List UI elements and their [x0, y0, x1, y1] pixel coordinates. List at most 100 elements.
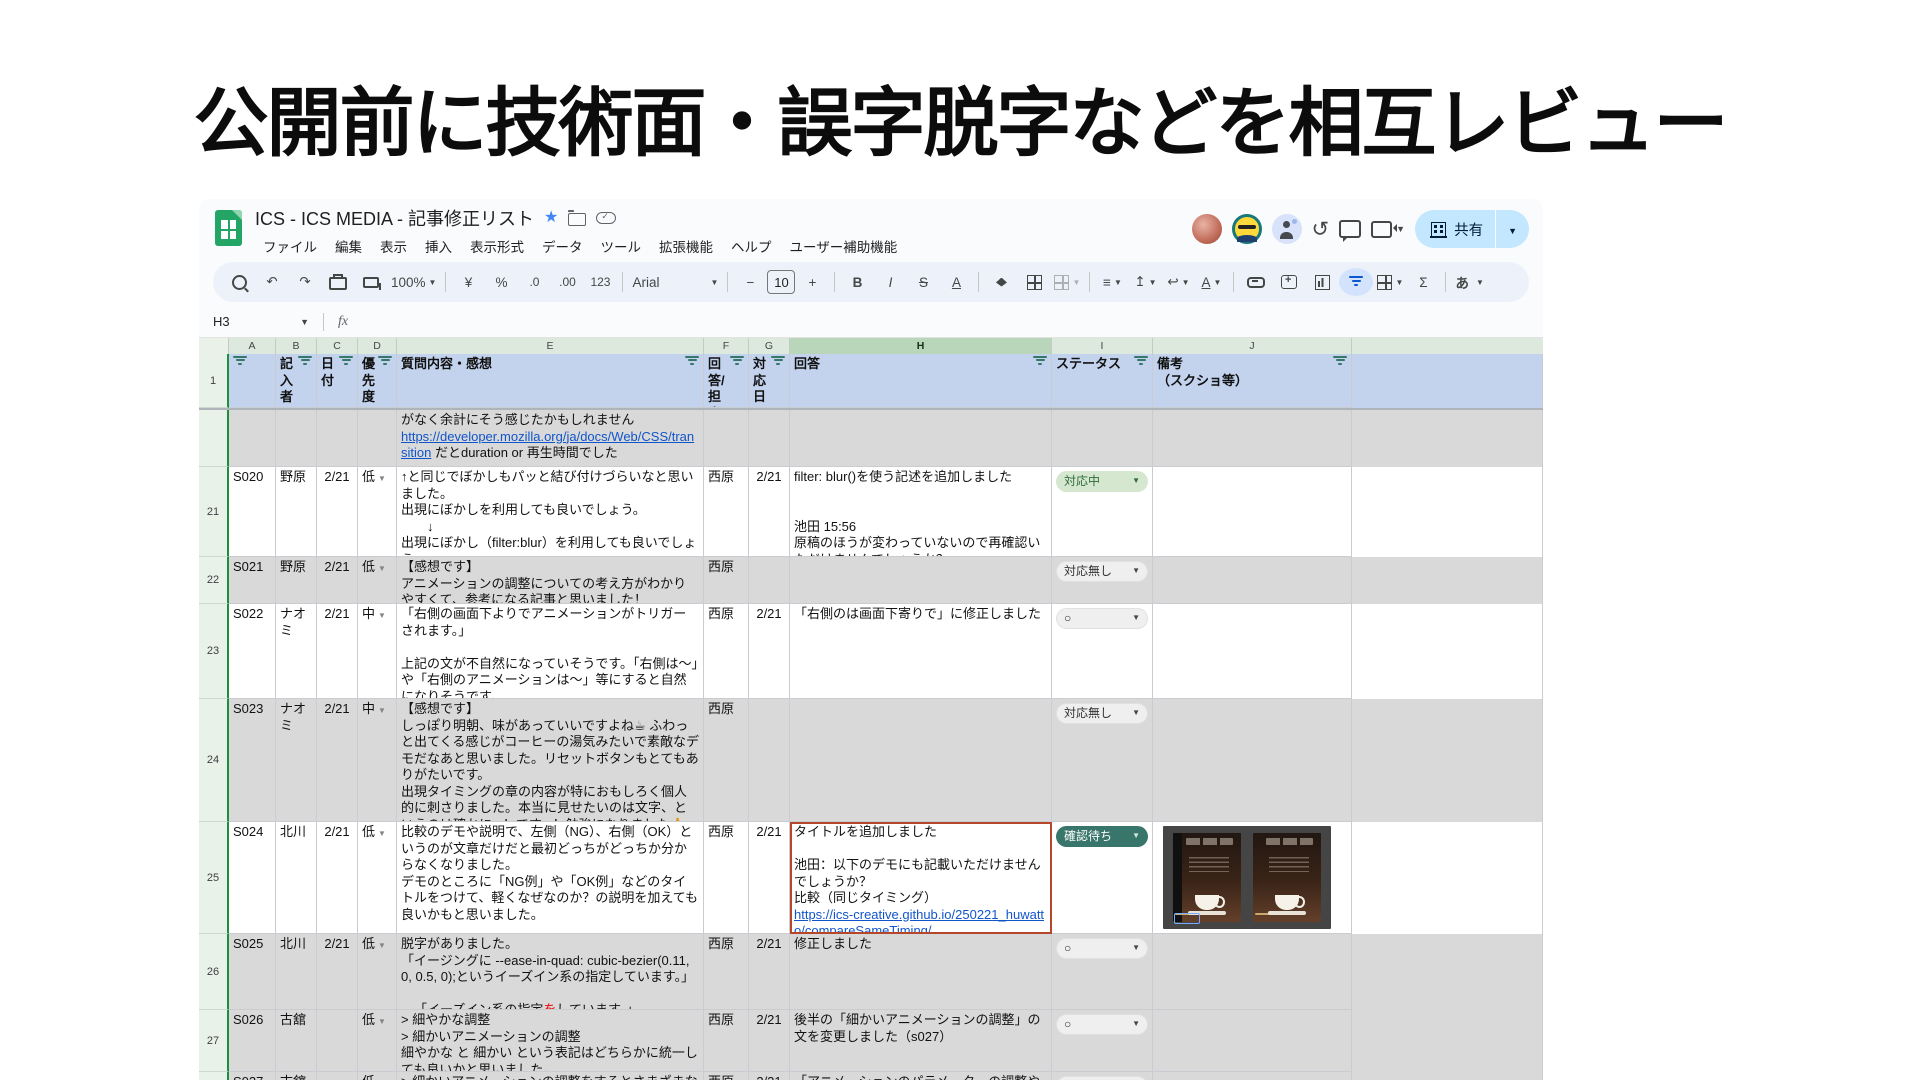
increase-decimal-icon[interactable]: .00: [551, 268, 583, 296]
column-header-cell[interactable]: 回答/担当: [704, 354, 749, 408]
column-letter[interactable]: A: [229, 338, 276, 354]
status-chip[interactable]: ○▼: [1056, 1076, 1148, 1080]
cell-status[interactable]: ○▼: [1052, 1072, 1153, 1080]
print-icon[interactable]: [322, 268, 354, 296]
row-number[interactable]: [199, 410, 229, 467]
row-number[interactable]: 26: [199, 934, 229, 1010]
cell-question[interactable]: > 細かいアニメーションの調整をするとさまざまな表現ができます。ここではいくつか…: [397, 1072, 704, 1080]
undo-icon[interactable]: ↶: [256, 268, 288, 296]
cell-status[interactable]: 対応無し▼: [1052, 699, 1153, 822]
meet-camera-button[interactable]: ▼: [1371, 221, 1405, 238]
cell-answer[interactable]: 「右側のは画面下寄りで」に修正しました: [790, 604, 1052, 699]
cell-done-date[interactable]: 2/21: [749, 1072, 790, 1080]
cell-priority[interactable]: [358, 410, 397, 467]
person-presence-icon[interactable]: [1272, 214, 1302, 244]
cell-id[interactable]: S020: [229, 467, 276, 557]
cell-answer[interactable]: [790, 699, 1052, 822]
column-letter[interactable]: J: [1153, 338, 1352, 354]
filter-icon[interactable]: [378, 356, 392, 366]
filter-icon[interactable]: [730, 356, 744, 366]
borders-icon[interactable]: [1018, 268, 1050, 296]
row-number[interactable]: 25: [199, 822, 229, 934]
cell-answer[interactable]: タイトルを追加しました 池田：以下のデモにも記載いただけませんでしょうか？ 比較…: [790, 822, 1052, 934]
column-header-cell[interactable]: 質問内容・感想: [397, 354, 704, 408]
row-number[interactable]: 28: [199, 1072, 229, 1080]
cell-date[interactable]: 2/21: [317, 934, 358, 1010]
name-box[interactable]: H3 ▼: [199, 314, 317, 329]
status-chip[interactable]: 対応無し▼: [1056, 703, 1148, 724]
zoom-select[interactable]: 100%▼: [388, 268, 439, 296]
filter-icon[interactable]: [1033, 356, 1047, 366]
search-icon[interactable]: [223, 268, 255, 296]
share-dropdown[interactable]: ▼: [1496, 222, 1529, 237]
filter-icon[interactable]: [771, 356, 785, 366]
decrease-decimal-icon[interactable]: .0: [518, 268, 550, 296]
cell-owner[interactable]: [704, 410, 749, 467]
doc-title[interactable]: ICS - ICS MEDIA - 記事修正リスト: [255, 205, 534, 231]
cell-done-date[interactable]: 2/21: [749, 822, 790, 934]
column-letter[interactable]: B: [276, 338, 317, 354]
cell-author[interactable]: 野原: [276, 557, 317, 604]
menu-format[interactable]: 表示形式: [462, 234, 532, 258]
status-chip[interactable]: ○▼: [1056, 1014, 1148, 1035]
user-avatar[interactable]: [1232, 214, 1262, 244]
font-select[interactable]: Arial▼: [629, 268, 721, 296]
chart-icon[interactable]: [1306, 268, 1338, 296]
filter-icon[interactable]: [339, 356, 353, 366]
filter-views-icon[interactable]: ▼: [1374, 268, 1406, 296]
cell-status[interactable]: ○▼: [1052, 604, 1153, 699]
text-wrap-icon[interactable]: ↩▼: [1162, 268, 1194, 296]
filter-icon[interactable]: [685, 356, 699, 366]
column-header-cell[interactable]: 回答: [790, 354, 1052, 408]
cell-remarks[interactable]: [1153, 699, 1352, 822]
column-header-cell[interactable]: 日付: [317, 354, 358, 408]
cell-id[interactable]: S026: [229, 1010, 276, 1072]
screenshot-thumbnail[interactable]: [1163, 826, 1331, 929]
bold-icon[interactable]: B: [841, 268, 873, 296]
cell-owner[interactable]: 西原: [704, 467, 749, 557]
cell-date[interactable]: [317, 1010, 358, 1072]
column-letter[interactable]: I: [1052, 338, 1153, 354]
filter-icon[interactable]: [1339, 268, 1373, 296]
cell-question[interactable]: 比較のデモや説明で、左側（NG）、右側（OK）というのが文章だけだと最初どっちが…: [397, 822, 704, 934]
cell-question[interactable]: ↑と同じでぼかしもパッと結び付けづらいなと思いました。 出現にぼかしを利用しても…: [397, 467, 704, 557]
cell-question[interactable]: がなく余計にそう感じたかもしれません https://developer.moz…: [397, 410, 704, 467]
cell-remarks[interactable]: [1153, 1010, 1352, 1072]
cell-answer[interactable]: 修正しました: [790, 934, 1052, 1010]
italic-icon[interactable]: I: [874, 268, 906, 296]
ime-icon[interactable]: あ▼: [1452, 268, 1486, 296]
cell-done-date[interactable]: [749, 557, 790, 604]
strikethrough-icon[interactable]: S: [907, 268, 939, 296]
column-header-cell[interactable]: 記入者: [276, 354, 317, 408]
sheets-logo[interactable]: [215, 210, 242, 246]
menu-file[interactable]: ファイル: [255, 234, 325, 258]
add-comment-icon[interactable]: [1273, 268, 1305, 296]
cell-date[interactable]: 2/21: [317, 822, 358, 934]
cell-owner[interactable]: 西原: [704, 604, 749, 699]
cell-done-date[interactable]: 2/21: [749, 934, 790, 1010]
cell-date[interactable]: 2/21: [317, 557, 358, 604]
row-number[interactable]: 23: [199, 604, 229, 699]
cell-owner[interactable]: 西原: [704, 1010, 749, 1072]
cell-answer[interactable]: filter: blur()を使う記述を追加しました 池田 15:56 原稿のほ…: [790, 467, 1052, 557]
row-number[interactable]: 24: [199, 699, 229, 822]
status-chip[interactable]: 対応無し▼: [1056, 561, 1148, 582]
row-number[interactable]: 27: [199, 1010, 229, 1072]
align-icon[interactable]: ≡▼: [1096, 268, 1128, 296]
column-letter[interactable]: H: [790, 338, 1052, 354]
filter-icon[interactable]: [1333, 356, 1347, 366]
cell-author[interactable]: [276, 410, 317, 467]
increase-font-button[interactable]: +: [796, 268, 828, 296]
cell-author[interactable]: ナオミ: [276, 699, 317, 822]
cell-question[interactable]: 【感想です】 アニメーションの調整についての考え方がわかりやすくて、参考になる記…: [397, 557, 704, 604]
cell-remarks[interactable]: [1153, 604, 1352, 699]
row-number[interactable]: 21: [199, 467, 229, 557]
cell-id[interactable]: S021: [229, 557, 276, 604]
column-letter[interactable]: G: [749, 338, 790, 354]
status-chip[interactable]: 対応中▼: [1056, 471, 1148, 492]
percent-icon[interactable]: %: [485, 268, 517, 296]
cell-priority[interactable]: 低▼: [358, 822, 397, 934]
cell-owner[interactable]: 西原: [704, 699, 749, 822]
cell-done-date[interactable]: 2/21: [749, 1010, 790, 1072]
redo-icon[interactable]: ↷: [289, 268, 321, 296]
